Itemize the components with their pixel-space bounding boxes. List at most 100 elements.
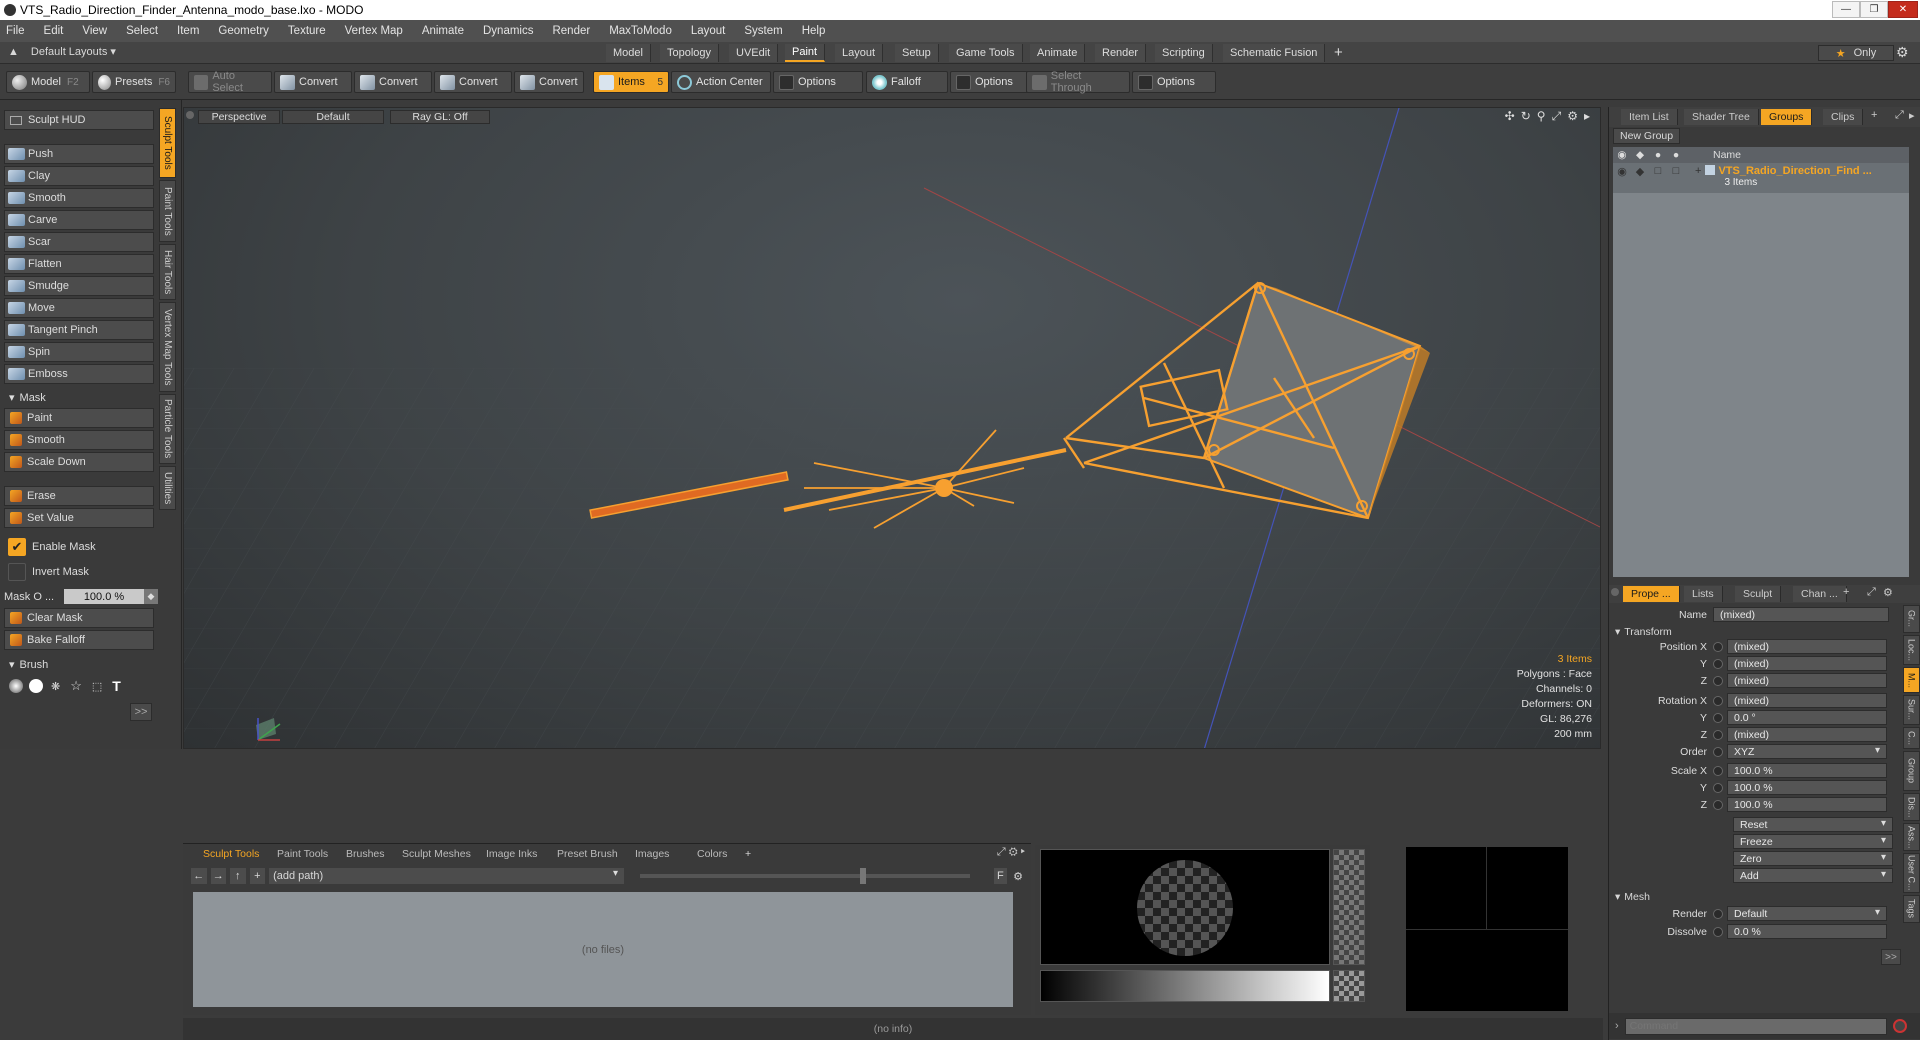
- scale-x-field[interactable]: 100.0 %: [1727, 763, 1887, 778]
- menu-render[interactable]: Render: [552, 25, 590, 37]
- position-x-field[interactable]: (mixed): [1727, 639, 1887, 654]
- tab-setup[interactable]: Setup: [895, 44, 939, 62]
- star-brush-icon[interactable]: ☆: [70, 678, 82, 694]
- properties-menu-icon[interactable]: [1611, 588, 1619, 596]
- falloff-options[interactable]: Options: [950, 71, 1030, 93]
- path-dropdown[interactable]: (add path): [269, 868, 624, 884]
- ptab-sculpt[interactable]: Sculpt: [1735, 586, 1782, 602]
- tab-layout[interactable]: Layout: [835, 44, 884, 62]
- tool-smudge[interactable]: Smudge: [4, 276, 154, 296]
- up-folder-icon[interactable]: ↑: [230, 868, 246, 884]
- btab-image-inks[interactable]: Image Inks: [480, 846, 543, 861]
- thumb-size-slider[interactable]: [639, 868, 970, 884]
- stab-9[interactable]: Tags: [1903, 895, 1920, 923]
- minimize-button[interactable]: —: [1832, 1, 1860, 18]
- add-path-icon[interactable]: +: [249, 868, 266, 884]
- menu-maxtomodo[interactable]: MaxToModo: [609, 25, 672, 37]
- eye-icon[interactable]: ◉: [1613, 165, 1631, 178]
- anim-dot-icon[interactable]: [1713, 712, 1723, 723]
- btab-paint-tools[interactable]: Paint Tools: [271, 846, 334, 861]
- add-tab-icon[interactable]: +: [1334, 44, 1343, 61]
- erase-button[interactable]: Erase: [4, 486, 154, 506]
- enable-mask-checkbox[interactable]: ✔ Enable Mask: [4, 537, 154, 557]
- rotation-z-field[interactable]: (mixed): [1727, 727, 1887, 742]
- expand-plus-icon[interactable]: +: [1695, 165, 1701, 177]
- rtab-item-list[interactable]: Item List: [1621, 109, 1678, 125]
- anim-dot-icon[interactable]: [1713, 799, 1723, 810]
- vtab-paint-tools[interactable]: Paint Tools: [159, 180, 176, 242]
- tool-flatten[interactable]: Flatten: [4, 254, 154, 274]
- 3d-viewport[interactable]: Perspective Default Ray GL: Off ✣ ↻ ⚲ ⤢ …: [183, 107, 1601, 749]
- mesh-header[interactable]: ▾ Mesh: [1615, 889, 1650, 904]
- bake-falloff-button[interactable]: Bake Falloff: [4, 630, 154, 650]
- bottom-arrow-icon[interactable]: ▸: [1021, 846, 1025, 858]
- rtab-arrow-icon[interactable]: ▸: [1909, 109, 1915, 122]
- name-field[interactable]: (mixed): [1713, 607, 1889, 622]
- tool-push[interactable]: Push: [4, 144, 154, 164]
- rotation-y-field[interactable]: 0.0 °: [1727, 710, 1887, 725]
- stab-0[interactable]: Gr...: [1903, 605, 1920, 633]
- mask-paint-button[interactable]: Paint: [4, 408, 154, 428]
- tool-carve[interactable]: Carve: [4, 210, 154, 230]
- select-through-button[interactable]: Select Through: [1026, 70, 1130, 94]
- menu-layout[interactable]: Layout: [691, 25, 726, 37]
- soft-brush-icon[interactable]: [9, 679, 23, 693]
- add-ptab-icon[interactable]: +: [1843, 586, 1849, 598]
- add-rtab-icon[interactable]: +: [1871, 109, 1877, 121]
- hard-brush-icon[interactable]: [29, 679, 43, 693]
- slider-icon[interactable]: ◆: [144, 589, 158, 604]
- anim-dot-icon[interactable]: [1713, 908, 1723, 919]
- forward-icon[interactable]: →: [210, 868, 227, 884]
- action-center-options[interactable]: Options: [773, 71, 863, 93]
- menu-dynamics[interactable]: Dynamics: [483, 25, 533, 37]
- tab-topology[interactable]: Topology: [660, 44, 720, 62]
- btab-sculpt-tools[interactable]: Sculpt Tools: [197, 846, 265, 861]
- menu-vertex-map[interactable]: Vertex Map: [345, 25, 403, 37]
- stab-8[interactable]: User C...: [1903, 853, 1920, 893]
- anim-dot-icon[interactable]: [1713, 782, 1723, 793]
- stab-6[interactable]: Dis...: [1903, 793, 1920, 821]
- tab-schematic-fusion[interactable]: Schematic Fusion: [1223, 44, 1326, 62]
- mask-section-header[interactable]: ▾ Mask: [4, 389, 154, 406]
- ptab-expand-icon[interactable]: ⤢: [1867, 586, 1876, 599]
- tab-animate[interactable]: Animate: [1030, 44, 1086, 62]
- tab-paint[interactable]: Paint: [785, 44, 826, 62]
- vtab-utilities[interactable]: Utilities: [159, 466, 176, 510]
- falloff-button[interactable]: Falloff: [866, 71, 948, 93]
- vtab-sculpt-tools[interactable]: Sculpt Tools: [159, 108, 176, 178]
- select-icon[interactable]: □: [1667, 165, 1685, 177]
- tab-scripting[interactable]: Scripting: [1155, 44, 1213, 62]
- select-col-icon[interactable]: ●: [1667, 149, 1685, 161]
- reset-dropdown[interactable]: Reset: [1733, 817, 1893, 832]
- convert-polygons-button[interactable]: Convert: [434, 71, 512, 93]
- convert-button[interactable]: Convert: [514, 71, 584, 93]
- stab-4[interactable]: C...: [1903, 727, 1920, 749]
- tool-tangent-pinch[interactable]: Tangent Pinch: [4, 320, 154, 340]
- stab-3[interactable]: Sur...: [1903, 695, 1920, 725]
- anim-dot-icon[interactable]: [1713, 675, 1723, 686]
- stab-5[interactable]: Group: [1903, 751, 1920, 791]
- dissolve-field[interactable]: 0.0 %: [1727, 924, 1887, 939]
- anim-dot-icon[interactable]: [1713, 926, 1723, 937]
- rotation-x-field[interactable]: (mixed): [1727, 693, 1887, 708]
- ptab-lists[interactable]: Lists: [1684, 586, 1723, 602]
- model-mode-button[interactable]: Model F2: [6, 71, 90, 93]
- btab-sculpt-meshes[interactable]: Sculpt Meshes: [396, 846, 477, 861]
- set-value-button[interactable]: Set Value: [4, 508, 154, 528]
- scale-y-field[interactable]: 100.0 %: [1727, 780, 1887, 795]
- brush-section-header[interactable]: ▾ Brush: [4, 656, 154, 673]
- command-input[interactable]: [1624, 1017, 1887, 1035]
- vtab-hair-tools[interactable]: Hair Tools: [159, 244, 176, 300]
- rtab-shader-tree[interactable]: Shader Tree: [1684, 109, 1759, 125]
- more-brushes-button[interactable]: >>: [130, 703, 152, 721]
- gear-icon[interactable]: ⚙: [1896, 44, 1909, 61]
- btab-preset-brush[interactable]: Preset Brush: [551, 846, 624, 861]
- tool-move[interactable]: Move: [4, 298, 154, 318]
- render-col-icon[interactable]: ◆: [1631, 149, 1649, 161]
- tab-model[interactable]: Model: [606, 44, 651, 62]
- tool-scar[interactable]: Scar: [4, 232, 154, 252]
- path-gear-icon[interactable]: ⚙: [1013, 870, 1023, 883]
- rtab-groups[interactable]: Groups: [1761, 109, 1813, 125]
- menu-help[interactable]: Help: [802, 25, 826, 37]
- sculpt-hud-button[interactable]: Sculpt HUD: [4, 110, 154, 130]
